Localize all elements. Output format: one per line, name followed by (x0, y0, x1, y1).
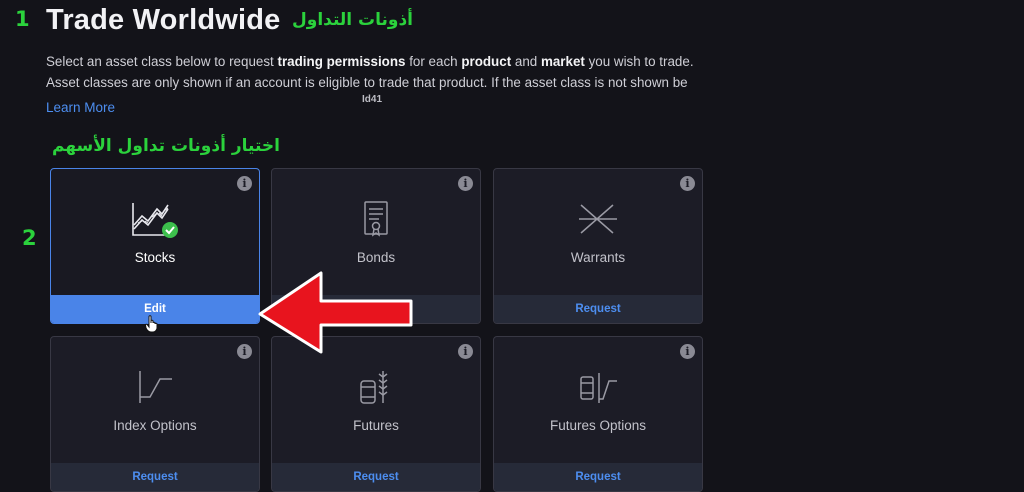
asset-card-futures-options[interactable]: i Futures Options Request (493, 336, 703, 492)
card-label: Futures (353, 418, 399, 433)
asset-card-index-options[interactable]: i Index Options Request (50, 336, 260, 492)
asset-card-futures[interactable]: i Futures Request (271, 336, 481, 492)
card-label: Warrants (570, 250, 626, 265)
request-button[interactable]: Request (494, 295, 702, 323)
page-title: Trade Worldwide (46, 4, 281, 36)
request-button[interactable]: Request (51, 463, 259, 491)
card-label: Bonds (356, 250, 396, 265)
warrants-cross-icon (579, 204, 617, 234)
stocks-chart-check-icon (132, 203, 178, 238)
request-button[interactable]: Request (494, 463, 702, 491)
annotation-step-2: 2 (22, 226, 37, 250)
hand-cursor-icon (145, 315, 158, 333)
card-label: Index Options (113, 418, 197, 433)
futures-options-icon (580, 373, 617, 403)
annotation-arabic-title: أذونات التداول (292, 10, 414, 30)
card-label: Stocks (134, 250, 176, 265)
info-icon[interactable]: i (458, 344, 473, 359)
info-icon[interactable]: i (237, 176, 252, 191)
info-icon[interactable]: i (237, 344, 252, 359)
info-icon[interactable]: i (458, 176, 473, 191)
info-icon[interactable]: i (680, 176, 695, 191)
asset-card-stocks[interactable]: i Stocks Edit (50, 168, 260, 324)
index-options-icon (139, 371, 172, 403)
description: Select an asset class below to request t… (46, 51, 746, 93)
info-icon[interactable]: i (680, 344, 695, 359)
annotation-arabic-stocks: اختيار أذونات تداول الأسهم (52, 136, 280, 156)
card-label: Futures Options (549, 418, 647, 433)
request-button[interactable]: Request (272, 463, 480, 491)
description-line-1: Select an asset class below to request t… (46, 54, 694, 69)
annotation-arrow (258, 271, 413, 354)
annotation-step-1: 1 (15, 7, 30, 31)
futures-barrel-wheat-icon (360, 371, 388, 404)
bond-certificate-icon (364, 201, 388, 237)
watermark: Id41 (362, 94, 383, 105)
learn-more-link[interactable]: Learn More (46, 100, 115, 115)
description-line-2: Asset classes are only shown if an accou… (46, 75, 688, 90)
asset-card-warrants[interactable]: i Warrants Request (493, 168, 703, 324)
